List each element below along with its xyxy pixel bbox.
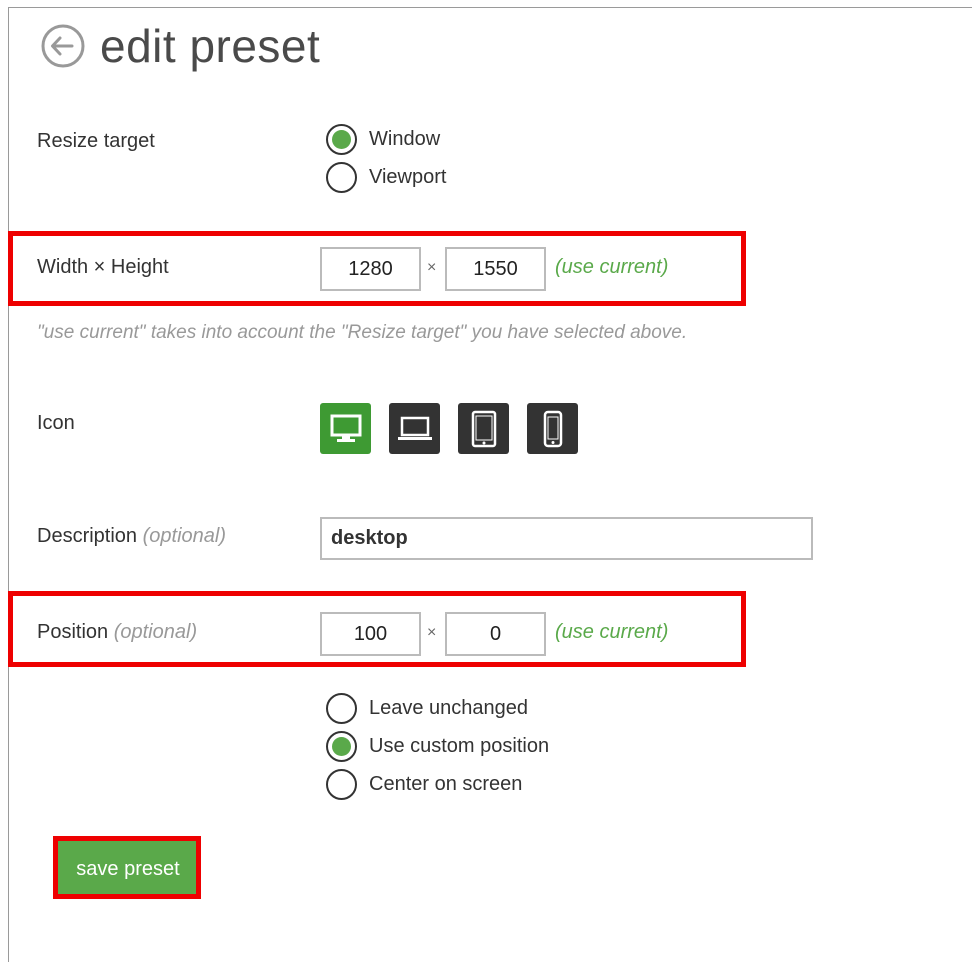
radio-window-label: Window: [369, 127, 441, 150]
save-preset-button[interactable]: save preset: [58, 841, 198, 897]
arrow-left-circle-icon[interactable]: [40, 23, 86, 69]
desktop-icon: [330, 414, 361, 442]
use-current-hint: "use current" takes into account the "Re…: [37, 322, 688, 343]
frame-left-border: [8, 7, 9, 962]
radio-button-viewport[interactable]: [326, 161, 357, 193]
radio-leave-unchanged-label: Leave unchanged: [369, 696, 529, 719]
position-optional-text: (optional): [113, 621, 198, 643]
position-y-input[interactable]: [445, 612, 546, 656]
radio-viewport-label: Viewport: [369, 165, 447, 188]
radio-center-on-screen-label: Center on screen: [369, 772, 523, 795]
width-height-label: Width × Height: [37, 256, 169, 278]
radio-button-leave-unchanged[interactable]: [326, 692, 357, 724]
radio-use-custom-position[interactable]: Use custom position: [326, 730, 549, 762]
radio-viewport[interactable]: Viewport: [326, 161, 446, 193]
radio-window[interactable]: Window: [326, 123, 440, 155]
icon-option-desktop[interactable]: [320, 403, 371, 454]
page-header: edit preset: [40, 18, 320, 74]
radio-use-custom-position-label: Use custom position: [369, 734, 550, 757]
resize-target-label: Resize target: [37, 130, 155, 152]
icon-label: Icon: [37, 412, 75, 434]
description-label-text: Description: [37, 525, 138, 547]
width-height-separator: ×: [427, 259, 437, 276]
position-label: Position (optional): [37, 621, 197, 644]
radio-selected-dot: [332, 129, 351, 149]
radio-button-use-custom-position[interactable]: [326, 730, 357, 762]
position-x-input[interactable]: [320, 612, 421, 656]
radio-center-on-screen[interactable]: Center on screen: [326, 768, 522, 800]
radio-button-window[interactable]: [326, 123, 357, 155]
laptop-icon: [397, 416, 432, 440]
radio-selected-dot: [332, 736, 351, 756]
description-label: Description (optional): [37, 525, 226, 548]
icon-option-laptop[interactable]: [389, 403, 440, 454]
radio-leave-unchanged[interactable]: Leave unchanged: [326, 692, 528, 724]
frame-top-border: [8, 7, 972, 8]
page-title: edit preset: [100, 20, 321, 72]
height-input[interactable]: [445, 247, 546, 291]
width-input[interactable]: [320, 247, 421, 291]
use-current-position-link[interactable]: (use current): [555, 621, 668, 644]
radio-button-center-on-screen[interactable]: [326, 768, 357, 800]
icon-option-tablet[interactable]: [458, 403, 509, 454]
phone-icon: [543, 410, 562, 447]
back-button[interactable]: [40, 23, 86, 69]
tablet-icon: [471, 410, 496, 447]
position-separator: ×: [427, 624, 437, 641]
use-current-size-link[interactable]: (use current): [555, 256, 668, 279]
description-input[interactable]: [320, 517, 813, 560]
position-label-text: Position: [37, 621, 109, 643]
description-optional-text: (optional): [142, 525, 226, 547]
icon-option-phone[interactable]: [527, 403, 578, 454]
